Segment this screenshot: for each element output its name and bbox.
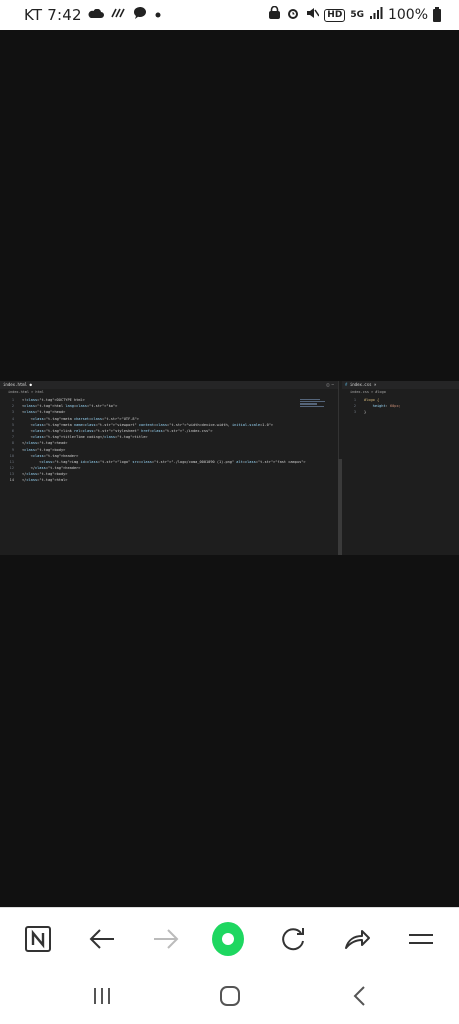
system-nav-bar [0,967,459,1024]
line-number: 14 [9,478,14,483]
split-editor-icon: ◫ ⋯ [326,382,334,387]
editor-pane-css: # index.css × index.css > #logo 1 #logo {… [342,381,459,555]
recent-apps-icon[interactable] [86,981,118,1011]
breadcrumb: index.css > #logo [350,390,386,394]
signal-icon [369,6,383,24]
video-content-area[interactable]: index.html ● ◫ ⋯ index.html > html 1 <!cl… [0,30,459,907]
back-arrow-icon[interactable] [86,923,118,955]
battery-icon [433,6,441,22]
back-icon[interactable] [344,981,376,1011]
browser-toolbar [0,907,459,968]
tab-index-css: # index.css × [345,382,377,387]
editor-pane-html: index.html ● ◫ ⋯ index.html > html 1 <!cl… [0,381,339,555]
tab-label: index.html [3,382,28,387]
line-number: 3 [353,410,356,415]
wifi-call-icon [110,7,126,23]
naver-n-icon[interactable] [22,923,54,955]
minimap [300,398,328,410]
chat-bubble-icon [132,6,148,24]
editor-tabbar-html: index.html ● ◫ ⋯ [0,381,338,389]
home-icon[interactable] [214,981,246,1011]
status-right: HD 5G 100% [268,5,441,24]
editor-tabbar-css: # index.css × [342,381,459,389]
code-lines-css: 1 #logo {2 height: 60px; 3} [342,396,459,416]
network-5g-icon: 5G [350,10,364,20]
status-bar: KT 7:42 HD 5G 100% [0,0,459,30]
tab-index-html: index.html ● [3,382,32,387]
network-badge-text: 5G [350,10,364,20]
code-line: 14 </class="t-tag">html> [0,477,338,483]
mute-icon [305,6,320,24]
code-editor-screenshot: index.html ● ◫ ⋯ index.html > html 1 <!cl… [0,381,459,555]
refresh-icon[interactable] [277,923,309,955]
battery-percent: 100% [387,7,428,23]
line-code: </class="t-tag">html> [22,478,68,483]
line-code: height: 60px; [364,404,401,409]
breadcrumb: index.html > html [8,390,44,394]
status-left: KT 7:42 [24,6,162,24]
carrier-time: KT 7:42 [24,6,82,24]
line-code: } [364,410,367,415]
lock-icon [268,5,281,24]
tab-label: index.css [349,382,372,387]
share-icon[interactable] [341,923,373,955]
hd-badge-text: HD [327,9,343,20]
forward-arrow-icon [150,923,182,955]
code-lines-html: 1 <!class="t-tag">DOCTYPE html> 2 <class="t… [0,396,338,484]
dot-icon [154,7,162,23]
home-green-icon[interactable] [212,922,244,956]
alarm-icon [286,6,300,24]
code-line: 3} [342,409,459,415]
cloud-icon [88,7,104,23]
hd-voice-icon: HD [324,8,346,22]
menu-icon[interactable] [405,923,437,955]
